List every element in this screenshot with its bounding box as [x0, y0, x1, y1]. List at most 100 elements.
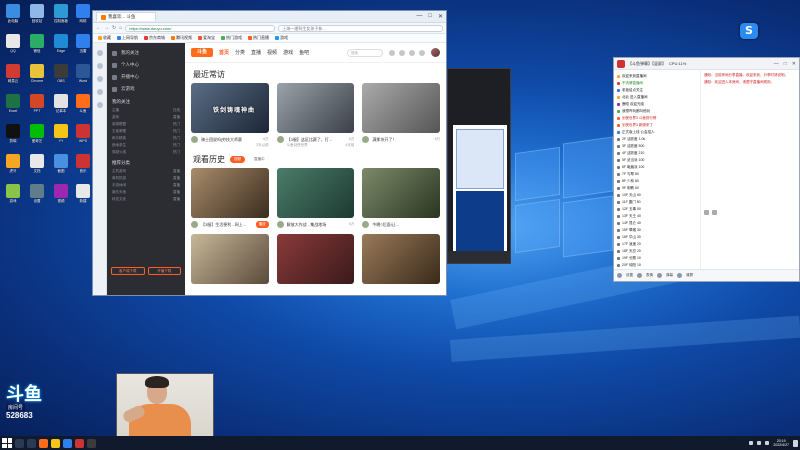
bottom-label-settings[interactable]: 设置: [626, 273, 633, 278]
desktop-icon[interactable]: 新建: [72, 184, 94, 210]
danmaku-line[interactable]: 北北 进入直播间: [617, 94, 696, 101]
danmaku-line[interactable]: 9F 明教 60: [617, 185, 696, 192]
video-card[interactable]: [362, 234, 441, 284]
start-button[interactable]: [2, 438, 12, 448]
desktop-icon[interactable]: 记事本: [50, 94, 72, 120]
danmaku-line[interactable]: 鹿晗 欢迎光临: [617, 101, 696, 108]
nav-category[interactable]: 分类: [235, 49, 245, 56]
bookmark-item[interactable]: 热门直播: [248, 35, 269, 41]
sidebar-item-follow[interactable]: 我的关注: [107, 47, 185, 59]
danmaku-line[interactable]: 11F 唐门 50: [617, 199, 696, 206]
maximize-button[interactable]: □: [428, 13, 432, 20]
desktop-icon[interactable]: Excel: [2, 94, 24, 120]
rail-icon[interactable]: [96, 50, 103, 56]
home-icon[interactable]: ⌂: [119, 25, 122, 31]
sidebar-sub-item[interactable]: 穿越火线 热门: [107, 149, 185, 156]
desktop-icon[interactable]: PPT: [26, 94, 48, 120]
bookmark-item[interactable]: 腾讯视频: [171, 35, 192, 41]
desktop-icon[interactable]: 此电脑: [2, 4, 24, 30]
sidebar-sub-item[interactable]: 娱乐天地 直播: [107, 189, 185, 196]
rail-icon[interactable]: [96, 89, 103, 95]
streamer-avatar[interactable]: [276, 136, 284, 143]
danmaku-line[interactable]: 15F 翠烟 30: [617, 227, 696, 234]
danmaku-line[interactable]: 正式版上线 公会招人: [617, 129, 696, 136]
maximize-button[interactable]: □: [784, 61, 787, 67]
taskbar-douyu-icon[interactable]: [39, 438, 48, 448]
video-card[interactable]: 今晚?后面!让...: [362, 168, 441, 228]
taskbar-explorer-icon[interactable]: [51, 438, 60, 448]
taskbar-app-icon[interactable]: [87, 438, 96, 448]
desktop-icon[interactable]: 斗鱼: [72, 94, 94, 120]
video-title[interactable]: 解放大作战 - 集战地场: [287, 222, 346, 228]
browser-search-input[interactable]: 上海一理科生女孩子参...: [278, 24, 443, 32]
desktop-icon[interactable]: YY: [50, 124, 72, 150]
bookmark-item[interactable]: 收藏: [98, 35, 111, 41]
sidebar-sub-item[interactable]: 英雄联盟 热门: [107, 121, 185, 128]
sidebar-sub-item[interactable]: 主播 在线: [107, 107, 185, 114]
nav-video[interactable]: 视频: [267, 49, 277, 56]
sidebar-sub-item[interactable]: 王者荣耀 热门: [107, 128, 185, 135]
rail-icon[interactable]: [96, 63, 103, 69]
taskbar-search-icon[interactable]: [15, 438, 24, 448]
danmaku-line[interactable]: 剑侠世界3 斗鱼排行榜: [617, 115, 696, 122]
download-icon[interactable]: [419, 49, 425, 56]
danmaku-line[interactable]: 剑侠世界3 新服来了: [617, 122, 696, 129]
desktop-icon[interactable]: 音乐: [72, 154, 94, 180]
danmaku-line[interactable]: 12F 五毒 50: [617, 206, 696, 213]
browser-tab[interactable]: 我喜欢... 斗鱼: [96, 12, 156, 21]
user-avatar[interactable]: [431, 48, 440, 57]
desktop-icon[interactable]: OBS: [50, 64, 72, 90]
danmaku-line[interactable]: 14F 昆仑 40: [617, 220, 696, 227]
history-pill-video[interactable]: 视频: [230, 156, 245, 163]
clear-icon[interactable]: [677, 273, 682, 278]
close-button[interactable]: ✕: [792, 61, 796, 67]
danmaku-line[interactable]: 10F 天山 60: [617, 192, 696, 199]
desktop-icon[interactable]: 截图: [50, 154, 72, 180]
follow-icon[interactable]: [399, 49, 405, 56]
secondary-window[interactable]: [447, 68, 511, 264]
desktop-icon[interactable]: WPS: [72, 124, 94, 150]
floating-s-badge[interactable]: S: [740, 23, 758, 39]
video-card[interactable]: 【3服】这区比赛了，打... 6万 斗鱼剑侠世界 4天前: [276, 83, 355, 148]
video-title[interactable]: 【3服】生活便利 - 网上...: [201, 222, 253, 228]
video-card[interactable]: 解放大作战 - 集战地场 6万: [276, 168, 355, 228]
nav-live[interactable]: 直播: [251, 49, 261, 56]
rail-icon[interactable]: [96, 76, 103, 82]
message-icon[interactable]: [409, 49, 415, 56]
taskbar-browser-icon[interactable]: [63, 438, 72, 448]
broadcast-download-button[interactable]: 开播下载: [147, 267, 181, 275]
sidebar-sub-item[interactable]: 单机热游 直播: [107, 175, 185, 182]
history-pill-live[interactable]: 直播中: [250, 156, 269, 163]
bottom-label-clear[interactable]: 清屏: [686, 273, 693, 278]
sidebar-sub-item[interactable]: 绝地求生 热门: [107, 142, 185, 149]
desktop-icon[interactable]: 网易云: [2, 64, 24, 90]
bottom-label-emoji[interactable]: 表情: [646, 273, 653, 278]
danmaku-line[interactable]: 13F 天王 40: [617, 213, 696, 220]
video-card[interactable]: 【3服】生活便利 - 网上... 播放: [191, 168, 269, 228]
sidebar-item-profile[interactable]: 个人中心: [107, 59, 185, 71]
emoji-icon[interactable]: [637, 273, 642, 278]
minimize-button[interactable]: —: [774, 61, 779, 67]
video-title[interactable]: 满那块开了！: [372, 137, 431, 143]
desktop-icon[interactable]: QQ: [2, 34, 24, 60]
play-button[interactable]: 播放: [255, 221, 269, 228]
danmaku-line[interactable]: 老板给点关注: [617, 87, 696, 94]
taskbar-taskview-icon[interactable]: [27, 438, 36, 448]
streamer-avatar[interactable]: [362, 221, 370, 228]
desktop-icon[interactable]: 回收站: [26, 4, 48, 30]
history-icon[interactable]: [389, 49, 395, 56]
url-input[interactable]: https://www.douyu.com/: [125, 24, 276, 32]
desktop-icon[interactable]: 文档: [26, 154, 48, 180]
desktop-icon[interactable]: Edge: [50, 34, 72, 60]
bookmark-item[interactable]: 游戏: [275, 35, 288, 41]
danmaku-line[interactable]: 2F 活跃度 1.0k: [617, 136, 696, 143]
video-title[interactable]: 骑士团说吗|穷技大师赛: [201, 137, 260, 143]
streamer-avatar[interactable]: [276, 221, 284, 228]
emoji-icon[interactable]: [704, 210, 709, 215]
desktop-icon[interactable]: Word: [72, 64, 94, 90]
bottom-label-danmaku[interactable]: 弹幕: [666, 273, 673, 278]
video-card[interactable]: 铁剑铸魂神曲 骑士团说吗|穷技大师赛 6万 2天以前: [191, 83, 269, 148]
sidebar-sub-item[interactable]: 游戏 直播: [107, 114, 185, 121]
bookmark-item[interactable]: 京东商城: [144, 35, 165, 41]
desktop-icon[interactable]: 微信: [26, 34, 48, 60]
